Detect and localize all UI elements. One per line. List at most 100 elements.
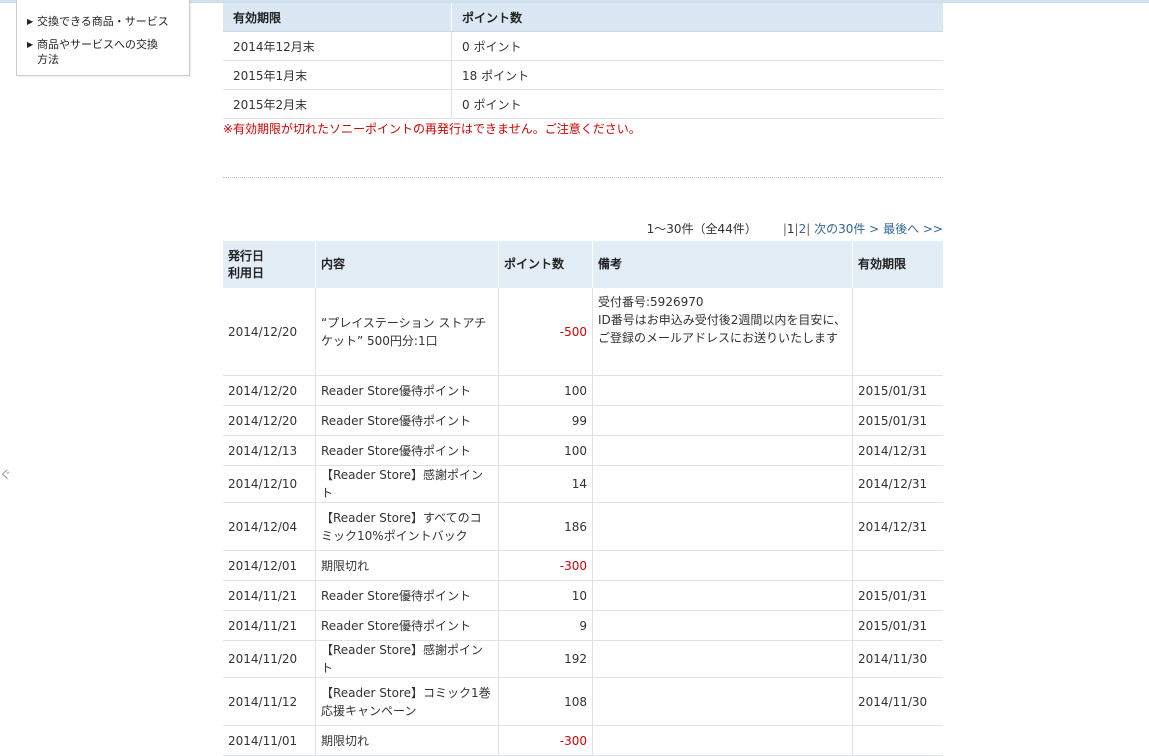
sidebar-item-label: 商品やサービスへの交換方法 (37, 38, 158, 66)
section-divider (223, 177, 943, 178)
triangle-right-icon: ▶ (27, 40, 34, 49)
table-row: 2014/12/20 Reader Store優待ポイント 100 2015/01/3… (223, 375, 943, 406)
column-header-expiry: 有効期限 (223, 3, 452, 32)
note-cell (592, 550, 853, 581)
table-row: 2014/11/20 【Reader Store】感謝ポイント 192 2014/11… (223, 640, 943, 678)
date-cell: 2014/11/21 (223, 610, 316, 641)
expiry-notice: ※有効期限が切れたソニーポイントの再発行はできません。ご注意ください。 (223, 122, 641, 136)
expiry-cell: 2014/12/31 (852, 435, 943, 466)
content-cell: 【Reader Store】感謝ポイント (315, 640, 499, 678)
content-cell: Reader Store優待ポイント (315, 435, 499, 466)
column-header-note: 備考 (592, 241, 853, 288)
note-cell (592, 677, 853, 726)
date-cell: 2014/11/01 (223, 725, 316, 756)
expiry-cell: 2015/01/31 (852, 580, 943, 611)
table-row: 2014/11/01 期限切れ -300 (223, 725, 943, 756)
expiry-cell: 2015/01/31 (852, 375, 943, 406)
expiry-points-table: 有効期限 ポイント数 2014年12月末 0 ポイント 2015年1月末 18 ポイン… (223, 3, 943, 119)
column-header-content: 内容 (315, 241, 499, 288)
date-cell: 2014/12/20 (223, 288, 316, 376)
note-cell (592, 502, 853, 551)
table-row: 2014/12/04 【Reader Store】すべてのコミック10%ポイントバ… (223, 502, 943, 551)
note-cell (592, 465, 853, 503)
points-cell: -300 (498, 725, 593, 756)
column-header-points: ポイント数 (451, 3, 943, 32)
expiry-period-cell: 2014年12月末 (223, 31, 452, 61)
points-cell: 99 (498, 405, 593, 436)
expiry-cell: 2014/12/31 (852, 465, 943, 503)
expiry-points-cell: 0 ポイント (451, 31, 943, 61)
expiry-cell: 2015/01/31 (852, 610, 943, 641)
expiry-period-cell: 2015年2月末 (223, 89, 452, 119)
content-cell: Reader Store優待ポイント (315, 610, 499, 641)
points-cell: 100 (498, 435, 593, 466)
points-cell: 9 (498, 610, 593, 641)
points-cell: 108 (498, 677, 593, 726)
expiry-cell: 2015/01/31 (852, 405, 943, 436)
table-row: 2014/11/12 【Reader Store】コミック1巻応援キャンペーン 10… (223, 677, 943, 726)
note-cell (592, 580, 853, 611)
expiry-cell (852, 288, 943, 376)
date-cell: 2014/12/04 (223, 502, 316, 551)
sidebar-item-exchange-method[interactable]: ▶ 商品やサービスへの交換方法 (27, 37, 167, 67)
last-page-link[interactable]: 最後へ >> (883, 222, 943, 236)
points-cell: -500 (498, 288, 593, 376)
content-cell: 【Reader Store】すべてのコミック10%ポイントバック (315, 502, 499, 551)
points-cell: -300 (498, 550, 593, 581)
expiry-cell: 2014/11/30 (852, 640, 943, 678)
note-cell: 受付番号:5926970 ID番号はお申込み受付後2週間以内を目安に、ご登録のメ… (592, 288, 853, 376)
clipped-edge-text: ぐ (0, 468, 11, 481)
date-cell: 2014/12/10 (223, 465, 316, 503)
content-cell: 期限切れ (315, 725, 499, 756)
page-current: 1 (786, 222, 795, 236)
points-cell: 14 (498, 465, 593, 503)
point-history-table: 発行日 利用日 内容 ポイント数 備考 有効期限 2014/12/20 “プレイス… (223, 241, 943, 756)
column-header-points: ポイント数 (498, 241, 593, 288)
date-cell: 2014/11/21 (223, 580, 316, 611)
triangle-right-icon: ▶ (27, 17, 34, 26)
points-cell: 186 (498, 502, 593, 551)
date-cell: 2014/11/12 (223, 677, 316, 726)
date-cell: 2014/12/20 (223, 405, 316, 436)
points-cell: 192 (498, 640, 593, 678)
content-cell: Reader Store優待ポイント (315, 405, 499, 436)
content-cell: Reader Store優待ポイント (315, 580, 499, 611)
table-header-row: 有効期限 ポイント数 (223, 3, 943, 32)
note-cell (592, 375, 853, 406)
date-cell: 2014/12/13 (223, 435, 316, 466)
column-header-expiry: 有効期限 (852, 241, 943, 288)
next-page-link[interactable]: 次の30件 > (814, 222, 879, 236)
table-row: 2014/11/21 Reader Store優待ポイント 9 2015/01/31 (223, 610, 943, 641)
result-count: 1〜30件（全44件） (646, 222, 757, 236)
expiry-period-cell: 2015年1月末 (223, 60, 452, 90)
table-row: 2015年2月末 0 ポイント (223, 89, 943, 119)
date-cell: 2014/12/01 (223, 550, 316, 581)
table-row: 2014/11/21 Reader Store優待ポイント 10 2015/01/31 (223, 580, 943, 611)
points-cell: 10 (498, 580, 593, 611)
pagination: 1〜30件（全44件） |1|2| 次の30件 > 最後へ >> (646, 222, 943, 236)
content-cell: 期限切れ (315, 550, 499, 581)
table-row: 2015年1月末 18 ポイント (223, 60, 943, 90)
sidebar-item-exchangeable-items[interactable]: ▶ 交換できる商品・サービス (27, 14, 169, 29)
expiry-cell: 2014/12/31 (852, 502, 943, 551)
table-row: 2014/12/20 “プレイステーション ストアチケット” 500円分:1口 -5… (223, 288, 943, 376)
content-cell: 【Reader Store】感謝ポイント (315, 465, 499, 503)
sidebar-menu: ▶ 交換できる商品・サービス ▶ 商品やサービスへの交換方法 (16, 0, 190, 76)
expiry-cell (852, 550, 943, 581)
content-cell: 【Reader Store】コミック1巻応援キャンペーン (315, 677, 499, 726)
table-row: 2014/12/10 【Reader Store】感謝ポイント 14 2014/12/… (223, 465, 943, 503)
expiry-points-cell: 0 ポイント (451, 89, 943, 119)
note-cell (592, 610, 853, 641)
note-cell (592, 640, 853, 678)
note-cell (592, 725, 853, 756)
date-cell: 2014/12/20 (223, 375, 316, 406)
note-cell (592, 435, 853, 466)
points-cell: 100 (498, 375, 593, 406)
table-row: 2014/12/13 Reader Store優待ポイント 100 2014/12/3… (223, 435, 943, 466)
date-cell: 2014/11/20 (223, 640, 316, 678)
table-row: 2014/12/01 期限切れ -300 (223, 550, 943, 581)
table-row: 2014年12月末 0 ポイント (223, 31, 943, 61)
table-header-row: 発行日 利用日 内容 ポイント数 備考 有効期限 (223, 241, 943, 288)
expiry-points-cell: 18 ポイント (451, 60, 943, 90)
content-cell: “プレイステーション ストアチケット” 500円分:1口 (315, 288, 499, 376)
